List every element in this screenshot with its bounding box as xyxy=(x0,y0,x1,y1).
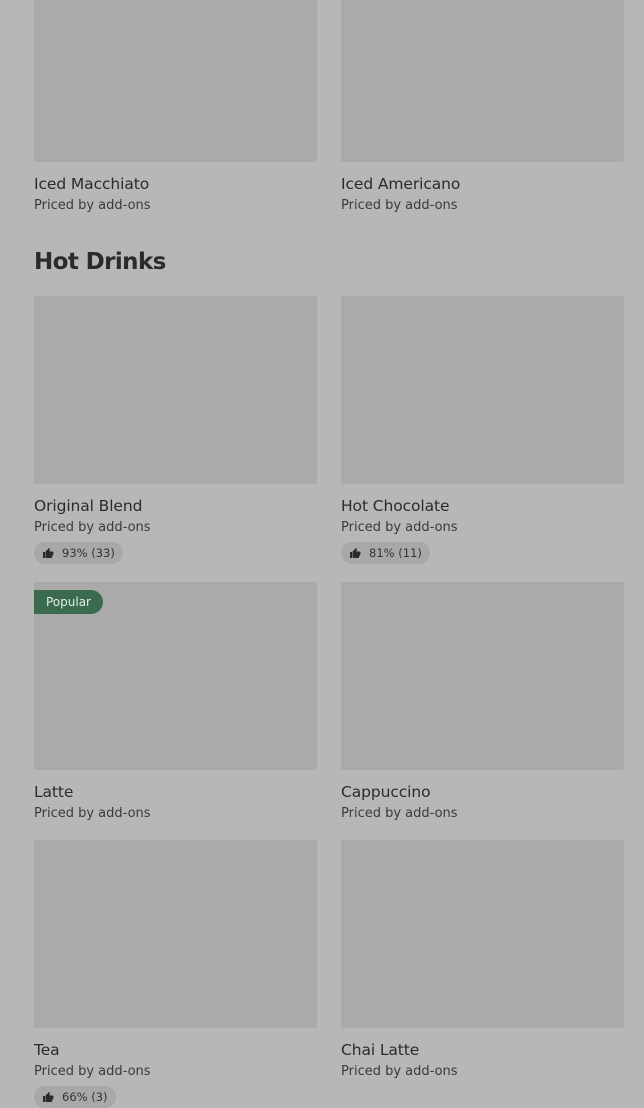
rating-text: 93% (33) xyxy=(62,546,115,560)
item-price: Priced by add-ons xyxy=(34,520,151,535)
item-image-placeholder xyxy=(34,0,317,162)
menu-item-card-tea[interactable]: Tea Priced by add-ons 66% (3) xyxy=(34,840,317,1108)
thumbs-up-icon xyxy=(43,1092,54,1102)
menu-item-card-iced-macchiato[interactable]: Iced Macchiato Priced by add-ons xyxy=(34,0,317,215)
item-image-placeholder xyxy=(341,296,624,484)
item-price: Priced by add-ons xyxy=(341,198,458,213)
item-price: Priced by add-ons xyxy=(34,198,151,213)
rating-text: 66% (3) xyxy=(62,1090,108,1104)
rating-pill: 81% (11) xyxy=(341,542,430,564)
item-image-placeholder xyxy=(34,840,317,1028)
item-price: Priced by add-ons xyxy=(34,1064,151,1079)
menu-item-card-cappuccino[interactable]: Cappuccino Priced by add-ons xyxy=(341,582,624,823)
item-image-placeholder xyxy=(341,582,624,770)
item-name: Cappuccino xyxy=(341,783,431,801)
item-name: Iced Americano xyxy=(341,175,461,193)
menu-item-card-iced-americano[interactable]: Iced Americano Priced by add-ons xyxy=(341,0,624,215)
item-image-placeholder xyxy=(341,840,624,1028)
thumbs-up-icon xyxy=(350,548,361,558)
item-name: Latte xyxy=(34,783,74,801)
rating-text: 81% (11) xyxy=(369,546,422,560)
item-image-placeholder xyxy=(34,296,317,484)
item-name: Chai Latte xyxy=(341,1041,420,1059)
menu-item-card-chai-latte[interactable]: Chai Latte Priced by add-ons xyxy=(341,840,624,1081)
item-name: Iced Macchiato xyxy=(34,175,150,193)
rating-pill: 93% (33) xyxy=(34,542,123,564)
item-name: Original Blend xyxy=(34,497,143,515)
menu-item-card-original-blend[interactable]: Original Blend Priced by add-ons 93% (33… xyxy=(34,296,317,564)
item-name: Hot Chocolate xyxy=(341,497,450,515)
item-image-placeholder xyxy=(341,0,624,162)
item-price: Priced by add-ons xyxy=(34,806,151,821)
item-price: Priced by add-ons xyxy=(341,806,458,821)
popular-badge: Popular xyxy=(34,590,103,614)
item-image-placeholder: Popular xyxy=(34,582,317,770)
thumbs-up-icon xyxy=(43,548,54,558)
menu-page: Iced Macchiato Priced by add-ons Iced Am… xyxy=(0,0,644,1108)
section-title: Hot Drinks xyxy=(34,249,166,275)
menu-item-card-latte[interactable]: Popular Latte Priced by add-ons xyxy=(34,582,317,823)
item-price: Priced by add-ons xyxy=(341,520,458,535)
item-price: Priced by add-ons xyxy=(341,1064,458,1079)
menu-item-card-hot-chocolate[interactable]: Hot Chocolate Priced by add-ons 81% (11) xyxy=(341,296,624,564)
item-name: Tea xyxy=(34,1041,60,1059)
